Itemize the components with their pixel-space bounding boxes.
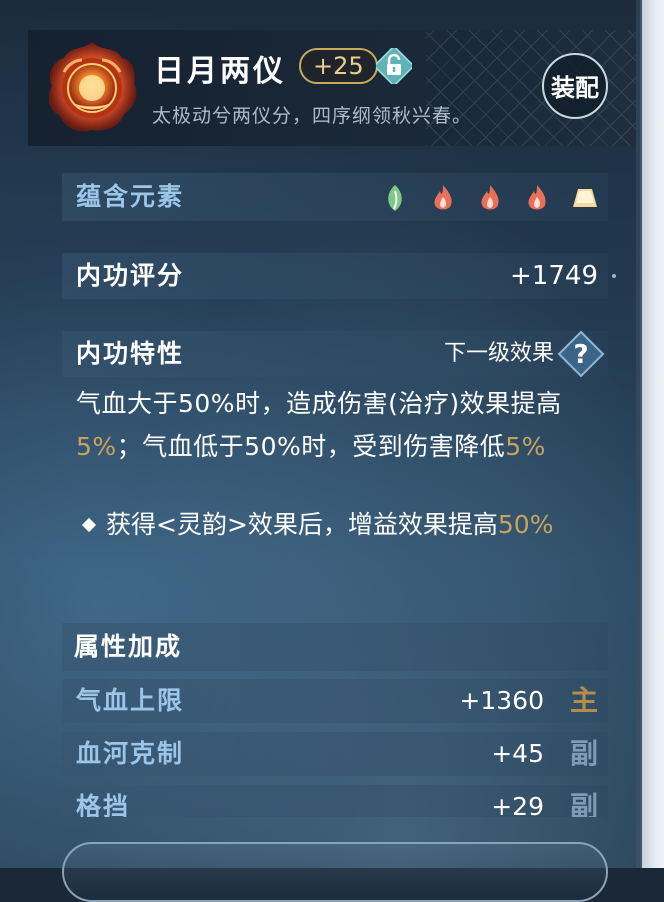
earth-icon — [573, 189, 597, 207]
trait-bullet: 获得<灵韵>效果后，增益效果提高50% — [78, 503, 588, 546]
question-help-icon[interactable]: ? — [556, 329, 606, 379]
decorative-dot — [612, 274, 616, 278]
attribute-value: +1360 — [459, 686, 544, 715]
elements-label: 蕴含元素 — [76, 182, 185, 211]
trait-row: 内功特性 下一级效果 — [62, 331, 608, 377]
skill-subtitle: 太极动兮两仪分，四序纲领秋兴春。 — [152, 105, 473, 127]
attribute-value: +45 — [491, 739, 544, 768]
scrollbar-track[interactable] — [640, 0, 664, 868]
trait-desc-value-2: 5% — [505, 432, 546, 461]
score-row: 内功评分 +1749 — [62, 253, 608, 299]
bullet-diamond-icon — [81, 517, 97, 533]
score-value: +1749 — [510, 261, 598, 291]
trait-description: 气血大于50%时，造成伤害(治疗)效果提高 5%；气血低于50%时，受到伤害降低5… — [76, 382, 596, 468]
trait-desc-text-2: ；气血低于50%时，受到伤害降低 — [116, 432, 506, 461]
attribute-name: 血河克制 — [76, 739, 185, 768]
attribute-value: +29 — [491, 792, 544, 817]
elements-row: 蕴含元素 — [62, 173, 608, 221]
attributes-header-label: 属性加成 — [74, 632, 183, 661]
next-level-effect-label[interactable]: 下一级效果 — [444, 331, 554, 377]
attribute-row: 气血上限 +1360 主 — [62, 679, 608, 723]
trait-bullet-text: 获得<灵韵>效果后，增益效果提高 — [106, 510, 498, 539]
lock-icon[interactable] — [376, 48, 412, 84]
sun-moon-emblem-icon — [48, 42, 137, 132]
svg-text:?: ? — [573, 340, 588, 370]
leaf-icon — [388, 185, 402, 211]
skill-title: 日月两仪 — [154, 54, 286, 89]
fire-icon — [434, 185, 452, 210]
score-label: 内功评分 — [76, 261, 185, 290]
trait-label: 内功特性 — [76, 339, 185, 368]
trait-bullet-value: 50% — [497, 510, 554, 539]
fire-icon — [528, 185, 546, 210]
trait-desc-text-1: 气血大于50%时，造成伤害(治疗)效果提高 — [76, 389, 562, 418]
trait-desc-value-1: 5% — [76, 432, 117, 461]
attribute-name: 格挡 — [76, 792, 131, 817]
level-badge: +25 — [299, 48, 378, 84]
attribute-name: 气血上限 — [76, 686, 185, 715]
attribute-row: 血河克制 +45 副 — [62, 732, 608, 776]
attribute-sub-tag: 副 — [569, 737, 598, 770]
skill-header: 日月两仪 +25 太极动兮两仪分，四序纲领秋兴春。 装配 — [28, 30, 636, 146]
attribute-sub-tag: 副 — [569, 790, 598, 817]
attribute-main-tag: 主 — [569, 684, 598, 717]
attribute-row: 格挡 +29 副 — [62, 785, 608, 817]
bottom-action-button[interactable] — [62, 842, 608, 902]
attributes-header: 属性加成 — [62, 623, 608, 671]
fire-icon — [481, 185, 499, 210]
equip-button[interactable]: 装配 — [542, 53, 608, 119]
